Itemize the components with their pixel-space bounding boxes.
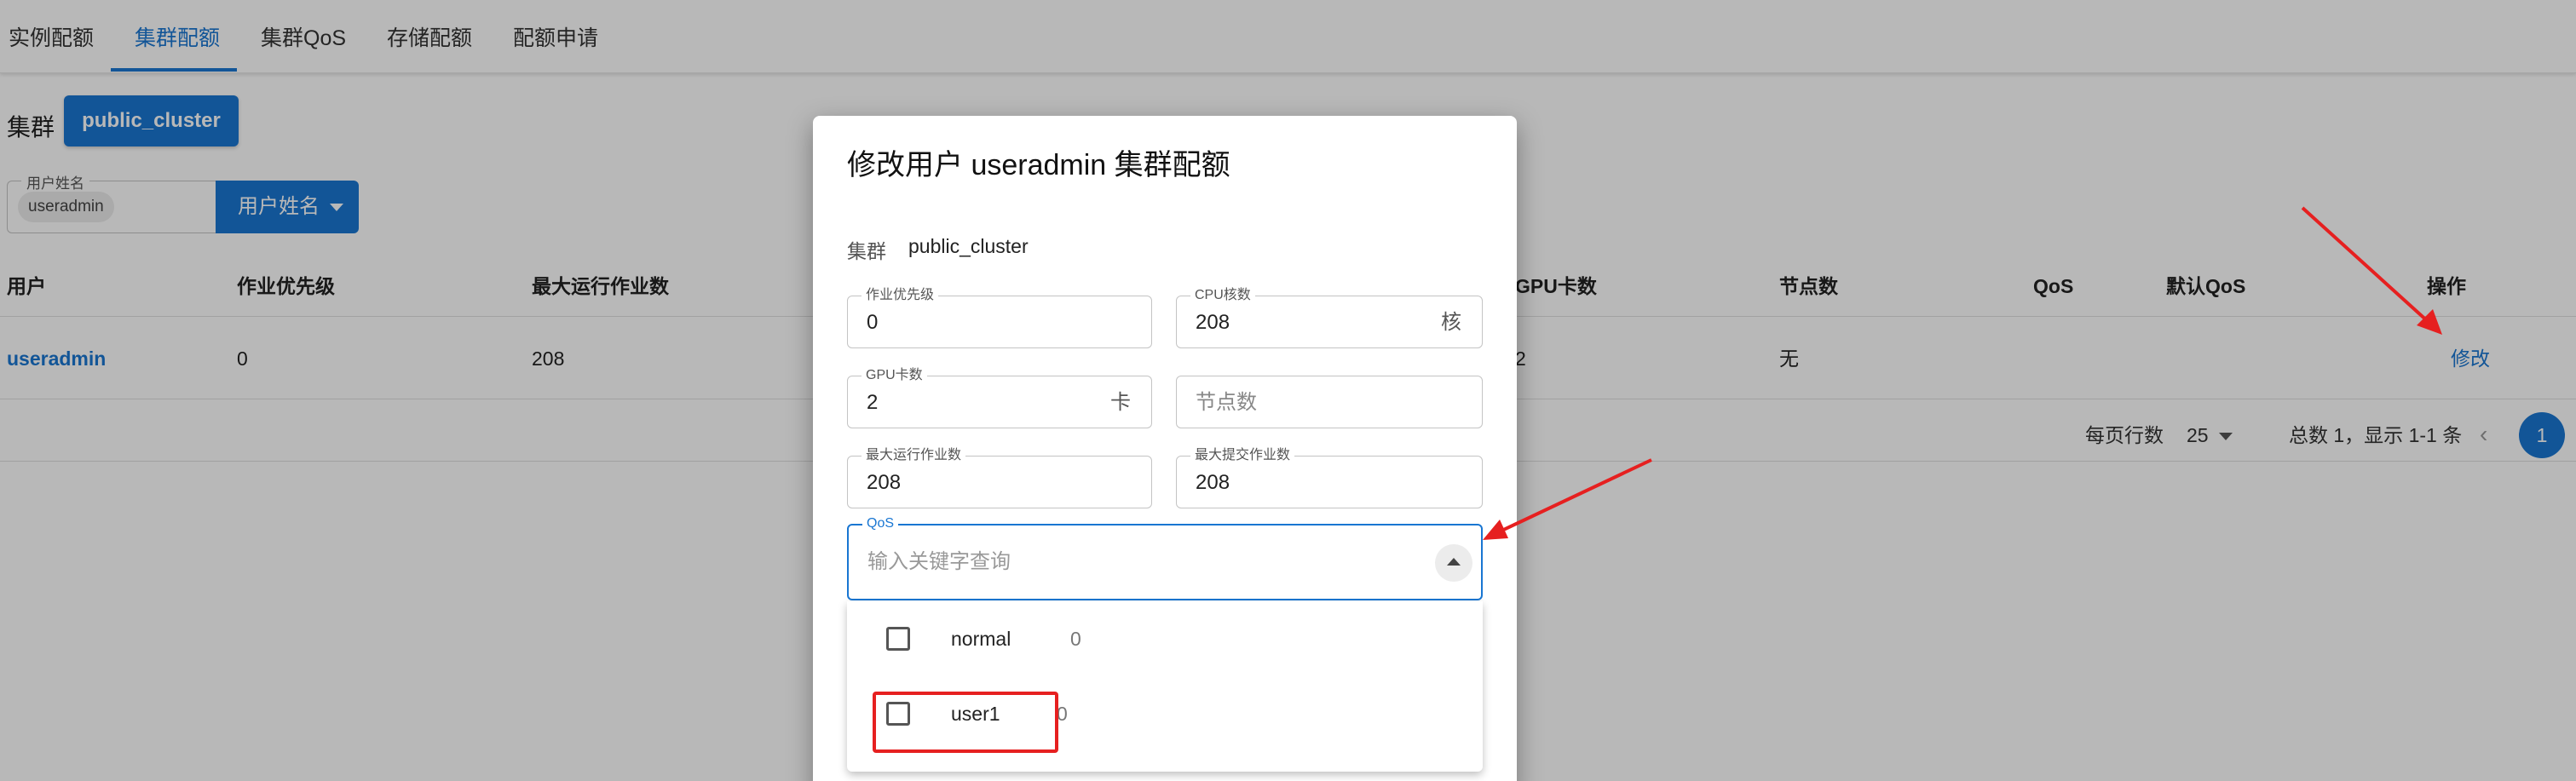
qos-option-count: 0	[1070, 628, 1081, 650]
cpu-cores-field[interactable]: CPU核数 208 核	[1176, 287, 1483, 348]
node-count-field[interactable]: 节点数	[1176, 376, 1483, 428]
max-submit-jobs-field[interactable]: 最大提交作业数 208	[1176, 447, 1483, 508]
gpu-count-value: 2	[867, 391, 879, 414]
priority-value: 0	[867, 311, 879, 334]
max-running-jobs-value: 208	[867, 471, 902, 494]
qos-autocomplete-input[interactable]: QoS 输入关键字查询	[847, 515, 1483, 600]
max-running-jobs-field[interactable]: 最大运行作业数 208	[847, 447, 1152, 508]
qos-option-name: normal	[951, 628, 1011, 650]
dialog-title: 修改用户 useradmin 集群配额	[847, 149, 1230, 181]
caret-up-icon	[1447, 558, 1461, 566]
checkbox-icon[interactable]	[886, 627, 910, 651]
priority-field[interactable]: 作业优先级 0	[847, 287, 1152, 348]
qos-collapse-button[interactable]	[1435, 544, 1472, 582]
node-count-placeholder: 节点数	[1196, 391, 1257, 414]
gpu-count-field[interactable]: GPU卡数 2 卡	[847, 367, 1152, 428]
annotation-highlight-box	[873, 692, 1058, 753]
qos-option-normal[interactable]: normal 0	[847, 601, 1483, 676]
cpu-unit: 核	[1441, 311, 1461, 334]
edit-quota-dialog: 修改用户 useradmin 集群配额 集群 public_cluster 作业…	[813, 116, 1517, 781]
cpu-cores-value: 208	[1196, 311, 1230, 334]
max-submit-jobs-value: 208	[1196, 471, 1230, 494]
gpu-unit: 卡	[1110, 391, 1131, 414]
qos-search-placeholder: 输入关键字查询	[867, 550, 1011, 573]
dialog-cluster-label: 集群	[847, 240, 886, 262]
dialog-cluster-value: public_cluster	[908, 235, 1029, 257]
